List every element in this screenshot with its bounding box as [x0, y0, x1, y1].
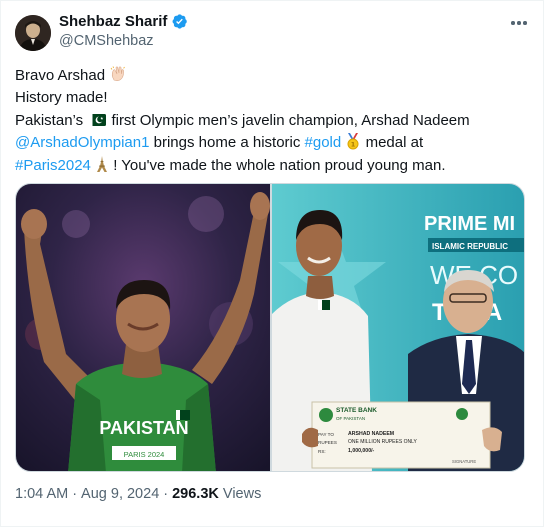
- cheque-bank: STATE BANK: [336, 407, 377, 414]
- tweet-media: PAKISTAN PARIS 2024 PRIME MI ISLAMIC REP…: [15, 183, 525, 472]
- author-name-row: Shehbaz Sharif: [59, 13, 188, 30]
- views-label: Views: [222, 486, 262, 502]
- more-horizontal-icon: [511, 21, 515, 25]
- tweet-text-segment: first Olympic men’s javelin champion, Ar…: [111, 111, 470, 129]
- bib-text: PARIS 2024: [124, 450, 165, 459]
- pakistan-flag-emoji: [88, 113, 107, 126]
- svg-text:1: 1: [351, 141, 356, 149]
- jersey-text: PAKISTAN: [99, 418, 188, 438]
- author-handle[interactable]: @CMShehbaz: [59, 33, 154, 49]
- tweet-text: Bravo Arshad History made! Pakistan’s fi…: [15, 65, 525, 177]
- clapping-hands-emoji: [110, 66, 126, 81]
- more-options-button[interactable]: [509, 15, 529, 31]
- banner-title: PRIME MI: [424, 213, 515, 235]
- views-count: 296.3K: [172, 486, 219, 502]
- hashtag-link-paris2024[interactable]: #Paris2024: [15, 157, 91, 174]
- eiffel-tower-emoji: [97, 155, 108, 172]
- tweet-text-line: Bravo Arshad: [15, 67, 106, 84]
- mention-link[interactable]: @ArshadOlympian1: [15, 134, 149, 151]
- tweet-text-segment: brings home a historic: [153, 134, 301, 152]
- author-name[interactable]: Shehbaz Sharif: [59, 13, 167, 30]
- more-horizontal-icon: [517, 21, 521, 25]
- cheque-amount: 1,000,000/-: [348, 448, 375, 454]
- cheque-rs-label: RS:: [318, 449, 326, 454]
- cheque-bank-sub: OF PAKISTAN: [336, 416, 365, 421]
- tweet-text-segment: medal at: [365, 134, 424, 152]
- gold-medal-emoji: 1: [347, 133, 359, 150]
- tweet-meta: 1:04 AM · Aug 9, 2024 · 296.3K Views: [15, 486, 261, 502]
- more-horizontal-icon: [523, 21, 527, 25]
- tweet-card: Shehbaz Sharif @CMShehbaz Bravo Arshad H…: [0, 0, 544, 527]
- cheque: STATE BANK OF PAKISTAN PAY TO ARSHAD NAD…: [302, 401, 502, 469]
- meta-separator: ·: [163, 486, 169, 502]
- tweet-text-segment: ! You've made the whole nation proud you…: [113, 156, 446, 174]
- cheque-rupees-label: RUPEES: [318, 440, 337, 445]
- tweet-date[interactable]: Aug 9, 2024: [81, 486, 159, 502]
- cheque-payee-label: PAY TO: [318, 432, 334, 437]
- cheque-payee: ARSHAD NADEEM: [348, 431, 394, 437]
- cheque-amount-words: ONE MILLION RUPEES ONLY: [348, 439, 417, 445]
- avatar[interactable]: [15, 15, 51, 51]
- photo-cheque-presentation[interactable]: PRIME MI ISLAMIC REPUBLIC WE CO TEA A: [272, 184, 524, 471]
- tweet-text-line: History made!: [15, 89, 108, 107]
- meta-separator: ·: [72, 486, 78, 502]
- hashtag-link-gold[interactable]: #gold: [305, 134, 342, 151]
- tweet-text-segment: Pakistan’s: [15, 111, 84, 129]
- banner-subtitle: ISLAMIC REPUBLIC: [432, 242, 508, 251]
- tweet-time[interactable]: 1:04 AM: [15, 486, 68, 502]
- photo-athlete-celebrating[interactable]: PAKISTAN PARIS 2024: [16, 184, 270, 471]
- verified-badge-icon: [172, 14, 188, 29]
- cheque-signature: SIGNATURE: [452, 459, 476, 464]
